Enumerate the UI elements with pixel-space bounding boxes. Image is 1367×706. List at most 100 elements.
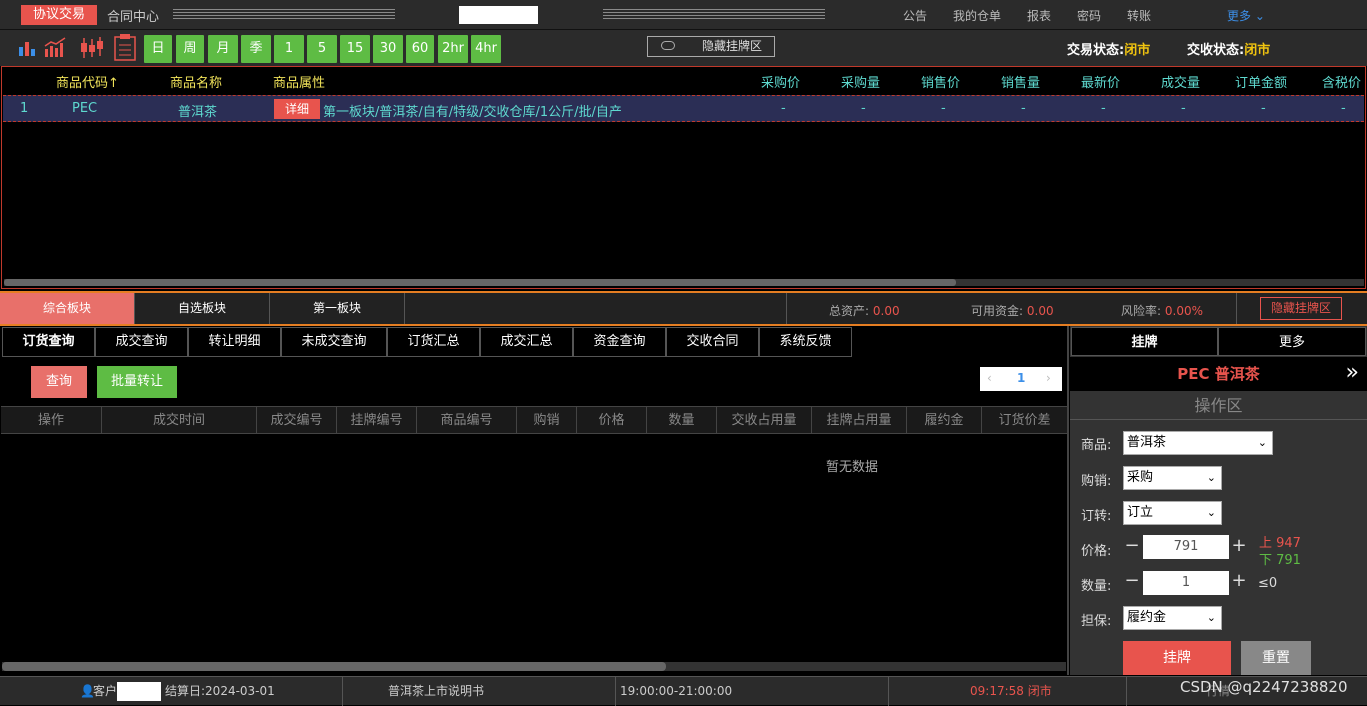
redacted-box bbox=[117, 682, 161, 701]
col-sell-qty[interactable]: 销售量 bbox=[1001, 72, 1040, 91]
col-sell-price[interactable]: 销售价 bbox=[921, 72, 960, 91]
order-panel: 挂牌 更多 PEC 普洱茶 » 操作区 商品: 普洱茶 ⌄ 购销: 采购 ⌄ 订转:… bbox=[1070, 326, 1367, 675]
settlement-status-label: 交收状态: bbox=[1187, 43, 1245, 58]
col-tax-price[interactable]: 含税价 bbox=[1322, 72, 1361, 91]
order-type-value: 订立 bbox=[1127, 505, 1154, 520]
chevron-right-double-icon[interactable]: » bbox=[1346, 360, 1359, 385]
horizontal-scrollbar[interactable] bbox=[4, 279, 1364, 286]
guarantee-value: 履约金 bbox=[1127, 610, 1167, 625]
bar-chart-icon[interactable] bbox=[17, 38, 37, 58]
timeframe-1-button[interactable]: 1 bbox=[274, 35, 304, 63]
timeframe-quarter-button[interactable]: 季 bbox=[241, 35, 271, 63]
tab-transfer-detail[interactable]: 转让明细 bbox=[188, 327, 281, 357]
product-select[interactable]: 普洱茶 ⌄ bbox=[1123, 431, 1273, 455]
guarantee-select[interactable]: 履约金 ⌄ bbox=[1123, 606, 1222, 630]
redacted-bar bbox=[603, 9, 825, 21]
prev-page-icon[interactable]: ‹ bbox=[987, 371, 992, 385]
col-buy-price[interactable]: 采购价 bbox=[761, 72, 800, 91]
minus-icon[interactable]: − bbox=[1122, 535, 1142, 559]
timeframe-month-button[interactable]: 月 bbox=[208, 35, 238, 63]
tab-contract-center[interactable]: 合同中心 bbox=[107, 6, 159, 25]
tab-first-board[interactable]: 第一板块 bbox=[270, 293, 405, 324]
more-menu[interactable]: 更多 ⌄ bbox=[1227, 7, 1265, 24]
col-last-price[interactable]: 最新价 bbox=[1081, 72, 1120, 91]
tab-composite-board[interactable]: 综合板块 bbox=[0, 293, 135, 324]
horizontal-scrollbar[interactable] bbox=[2, 662, 1066, 671]
tab-deal-query[interactable]: 成交查询 bbox=[95, 327, 188, 357]
table-row[interactable]: 1 PEC 普洱茶 详细 第一板块/普洱茶/自有/特级/交收仓库/1公斤/批/自… bbox=[3, 95, 1364, 122]
plus-icon[interactable]: + bbox=[1229, 535, 1249, 559]
tab-listing[interactable]: 挂牌 bbox=[1071, 327, 1218, 356]
price-input[interactable]: 791 bbox=[1143, 535, 1229, 559]
side-select[interactable]: 采购 ⌄ bbox=[1123, 466, 1222, 490]
tab-funds-query[interactable]: 资金查询 bbox=[573, 327, 666, 357]
clipboard-icon[interactable] bbox=[113, 33, 137, 61]
submit-listing-button[interactable]: 挂牌 bbox=[1123, 641, 1231, 675]
total-assets-label: 总资产: bbox=[829, 304, 870, 318]
product-label: 商品: bbox=[1081, 438, 1112, 453]
timeframe-4hr-button[interactable]: 4hr bbox=[471, 35, 501, 63]
tab-delivery-contract[interactable]: 交收合同 bbox=[666, 327, 759, 357]
result-table-header: 操作 成交时间 成交编号 挂牌编号 商品编号 购销 价格 数量 交收占用量 挂牌… bbox=[1, 406, 1067, 434]
link-password[interactable]: 密码 bbox=[1077, 7, 1101, 24]
tab-protocol-trading[interactable]: 协议交易 bbox=[21, 5, 97, 25]
query-button[interactable]: 查询 bbox=[31, 366, 87, 398]
link-announcement[interactable]: 公告 bbox=[903, 7, 927, 24]
link-transfer[interactable]: 转账 bbox=[1127, 7, 1151, 24]
tab-custom-board[interactable]: 自选板块 bbox=[135, 293, 270, 324]
empty-state: 暂无数据 bbox=[826, 460, 879, 475]
link-my-warehouse-receipt[interactable]: 我的仓单 bbox=[953, 7, 1001, 24]
tab-system-feedback[interactable]: 系统反馈 bbox=[759, 327, 852, 357]
row-code: PEC bbox=[72, 101, 98, 116]
quantity-limit: ≤0 bbox=[1258, 576, 1278, 591]
customer-label: 客户 bbox=[93, 684, 118, 698]
hide-listing-zone-button[interactable]: 隐藏挂牌区 bbox=[647, 36, 775, 57]
order-type-select[interactable]: 订立 ⌄ bbox=[1123, 501, 1222, 525]
minus-icon[interactable]: − bbox=[1122, 570, 1142, 594]
trade-status-label: 交易状态: bbox=[1067, 43, 1125, 58]
available-funds-value: 0.00 bbox=[1026, 304, 1054, 318]
tab-more[interactable]: 更多 bbox=[1218, 327, 1366, 356]
timeframe-30-button[interactable]: 30 bbox=[373, 35, 403, 63]
link-reports[interactable]: 报表 bbox=[1027, 7, 1051, 24]
tab-unfilled-query[interactable]: 未成交查询 bbox=[281, 327, 387, 357]
more-label: 更多 bbox=[1227, 9, 1252, 23]
col-product-name[interactable]: 商品名称 bbox=[170, 72, 222, 91]
side-label: 购销: bbox=[1081, 474, 1112, 489]
col-order-amount[interactable]: 订单金额 bbox=[1235, 72, 1287, 91]
detail-button[interactable]: 详细 bbox=[274, 99, 320, 119]
operation-zone-title: 操作区 bbox=[1070, 392, 1367, 420]
next-page-icon[interactable]: › bbox=[1046, 371, 1051, 385]
price-label: 价格: bbox=[1081, 544, 1112, 559]
col-product-code[interactable]: 商品代码↑ bbox=[56, 72, 119, 91]
timeframe-15-button[interactable]: 15 bbox=[340, 35, 370, 63]
timeframe-day-button[interactable]: 日 bbox=[144, 35, 172, 63]
panel-title: PEC 普洱茶 bbox=[1070, 357, 1367, 391]
order-type-label: 订转: bbox=[1081, 509, 1112, 524]
reset-button[interactable]: 重置 bbox=[1241, 641, 1311, 675]
line-chart-icon[interactable] bbox=[43, 36, 67, 58]
tab-order-summary[interactable]: 订货汇总 bbox=[387, 327, 480, 357]
hide-listing-zone-button-2[interactable]: 隐藏挂牌区 bbox=[1260, 297, 1342, 320]
pagination: ‹ 1 › bbox=[980, 367, 1062, 391]
col-buy-qty[interactable]: 采购量 bbox=[841, 72, 880, 91]
listing-notice[interactable]: 普洱茶上市说明书 bbox=[343, 677, 616, 706]
timeframe-60-button[interactable]: 60 bbox=[406, 35, 434, 63]
tab-order-query[interactable]: 订货查询 bbox=[2, 327, 95, 357]
plus-icon[interactable]: + bbox=[1229, 570, 1249, 594]
col-delivery-occupied: 交收占用量 bbox=[717, 407, 812, 434]
scrollbar-thumb[interactable] bbox=[4, 279, 956, 286]
timeframe-5-button[interactable]: 5 bbox=[307, 35, 337, 63]
candlestick-icon[interactable] bbox=[79, 36, 105, 60]
timeframe-week-button[interactable]: 周 bbox=[176, 35, 204, 63]
chevron-down-icon: ⌄ bbox=[1206, 506, 1216, 519]
col-volume[interactable]: 成交量 bbox=[1161, 72, 1200, 91]
quantity-input[interactable]: 1 bbox=[1143, 571, 1229, 595]
col-product-attributes[interactable]: 商品属性 bbox=[273, 72, 325, 91]
batch-transfer-button[interactable]: 批量转让 bbox=[97, 366, 177, 398]
top-nav: 协议交易 合同中心 公告 我的仓单 报表 密码 转账 更多 ⌄ bbox=[0, 0, 1367, 30]
scrollbar-thumb[interactable] bbox=[2, 662, 666, 671]
timeframe-2hr-button[interactable]: 2hr bbox=[438, 35, 468, 63]
tab-deal-summary[interactable]: 成交汇总 bbox=[480, 327, 573, 357]
current-page[interactable]: 1 bbox=[1017, 371, 1025, 385]
